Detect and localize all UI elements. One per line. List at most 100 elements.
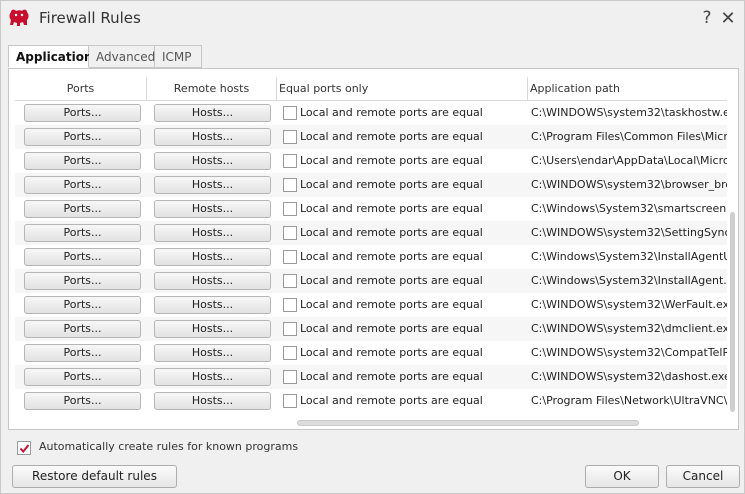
auto-create-rules-checkbox[interactable] — [17, 441, 31, 455]
application-path: C:\WINDOWS\system32\browser_broker — [531, 178, 727, 191]
hosts-button[interactable]: Hosts... — [154, 368, 271, 386]
equal-ports-checkbox[interactable] — [283, 322, 297, 336]
tab-advanced[interactable]: Advanced — [89, 45, 155, 68]
hosts-button[interactable]: Hosts... — [154, 176, 271, 194]
horizontal-scroll-thumb[interactable] — [297, 420, 639, 426]
table-header: Ports Remote hosts Equal ports only Appl… — [15, 77, 727, 101]
firewall-rules-dialog: Firewall Rules ? ✕ Applications Advanced… — [0, 0, 745, 494]
equal-ports-checkbox[interactable] — [283, 106, 297, 120]
hosts-button[interactable]: Hosts... — [154, 392, 271, 410]
equal-ports-label: Local and remote ports are equal — [300, 298, 483, 311]
ports-button[interactable]: Ports... — [24, 272, 141, 290]
table-row[interactable]: Ports... Hosts... Local and remote ports a… — [15, 365, 727, 389]
auto-create-rules-label: Automatically create rules for known pro… — [39, 440, 299, 453]
equal-ports-label: Local and remote ports are equal — [300, 178, 483, 191]
ports-button[interactable]: Ports... — [24, 392, 141, 410]
table-row[interactable]: Ports... Hosts... Local and remote ports a… — [15, 269, 727, 293]
hosts-button[interactable]: Hosts... — [154, 152, 271, 170]
application-path: C:\WINDOWS\system32\dmclient.exe — [531, 322, 727, 335]
equal-ports-checkbox[interactable] — [283, 370, 297, 384]
equal-ports-checkbox[interactable] — [283, 250, 297, 264]
equal-ports-checkbox[interactable] — [283, 202, 297, 216]
restore-default-rules-button[interactable]: Restore default rules — [12, 465, 177, 488]
table-row[interactable]: Ports... Hosts... Local and remote ports a… — [15, 197, 727, 221]
hosts-button[interactable]: Hosts... — [154, 128, 271, 146]
hosts-button[interactable]: Hosts... — [154, 200, 271, 218]
applications-panel: Ports Remote hosts Equal ports only Appl… — [8, 68, 739, 430]
equal-ports-label: Local and remote ports are equal — [300, 130, 483, 143]
ports-button[interactable]: Ports... — [24, 368, 141, 386]
equal-ports-label: Local and remote ports are equal — [300, 322, 483, 335]
header-ports[interactable]: Ports — [15, 77, 147, 101]
table-row[interactable]: Ports... Hosts... Local and remote ports a… — [15, 245, 727, 269]
hosts-button[interactable]: Hosts... — [154, 272, 271, 290]
application-path: C:\WINDOWS\system32\WerFault.exe — [531, 298, 727, 311]
ports-button[interactable]: Ports... — [24, 104, 141, 122]
application-path: C:\Windows\System32\InstallAgent.exe — [531, 274, 727, 287]
help-icon[interactable]: ? — [699, 8, 715, 28]
table-row[interactable]: Ports... Hosts... Local and remote ports a… — [15, 293, 727, 317]
equal-ports-checkbox[interactable] — [283, 130, 297, 144]
vertical-scrollbar[interactable] — [729, 77, 736, 417]
application-path: C:\Windows\System32\InstallAgentUserBrok… — [531, 250, 727, 263]
equal-ports-checkbox[interactable] — [283, 154, 297, 168]
table-row[interactable]: Ports... Hosts... Local and remote ports a… — [15, 173, 727, 197]
table-row[interactable]: Ports... Hosts... Local and remote ports a… — [15, 221, 727, 245]
table-row[interactable]: Ports... Hosts... Local and remote ports a… — [15, 341, 727, 365]
application-path: C:\WINDOWS\system32\CompatTelRunner — [531, 346, 727, 359]
application-path: C:\Users\endar\AppData\Local\Microsoft — [531, 154, 727, 167]
hosts-button[interactable]: Hosts... — [154, 320, 271, 338]
ports-button[interactable]: Ports... — [24, 248, 141, 266]
equal-ports-checkbox[interactable] — [283, 226, 297, 240]
rules-table: Ports Remote hosts Equal ports only Appl… — [15, 77, 727, 417]
equal-ports-checkbox[interactable] — [283, 394, 297, 408]
ports-button[interactable]: Ports... — [24, 224, 141, 242]
ports-button[interactable]: Ports... — [24, 320, 141, 338]
hosts-button[interactable]: Hosts... — [154, 344, 271, 362]
cancel-button[interactable]: Cancel — [666, 465, 740, 488]
table-row[interactable]: Ports... Hosts... Local and remote ports a… — [15, 101, 727, 125]
vertical-scroll-thumb[interactable] — [730, 212, 735, 412]
tab-strip: Applications Advanced ICMP — [8, 45, 202, 69]
hosts-button[interactable]: Hosts... — [154, 224, 271, 242]
application-path: C:\WINDOWS\system32\dashost.exe — [531, 370, 727, 383]
application-path: C:\Windows\System32\smartscreen.exe — [531, 202, 727, 215]
header-application-path[interactable]: Application path — [528, 77, 727, 101]
table-row[interactable]: Ports... Hosts... Local and remote ports a… — [15, 149, 727, 173]
header-remote-hosts[interactable]: Remote hosts — [147, 77, 277, 101]
application-path: C:\WINDOWS\system32\taskhostw.exe — [531, 106, 727, 119]
equal-ports-checkbox[interactable] — [283, 274, 297, 288]
tab-applications[interactable]: Applications — [8, 45, 100, 68]
equal-ports-label: Local and remote ports are equal — [300, 226, 483, 239]
table-row[interactable]: Ports... Hosts... Local and remote ports a… — [15, 389, 727, 413]
equal-ports-label: Local and remote ports are equal — [300, 346, 483, 359]
equal-ports-checkbox[interactable] — [283, 298, 297, 312]
ports-button[interactable]: Ports... — [24, 200, 141, 218]
equal-ports-label: Local and remote ports are equal — [300, 394, 483, 407]
ports-button[interactable]: Ports... — [24, 128, 141, 146]
bulldog-logo-icon — [9, 9, 29, 26]
close-icon[interactable]: ✕ — [719, 8, 737, 29]
equal-ports-label: Local and remote ports are equal — [300, 106, 483, 119]
hosts-button[interactable]: Hosts... — [154, 296, 271, 314]
header-equal-ports[interactable]: Equal ports only — [277, 77, 528, 101]
equal-ports-checkbox[interactable] — [283, 346, 297, 360]
equal-ports-label: Local and remote ports are equal — [300, 202, 483, 215]
hosts-button[interactable]: Hosts... — [154, 248, 271, 266]
window-title: Firewall Rules — [39, 9, 141, 27]
ports-button[interactable]: Ports... — [24, 176, 141, 194]
application-path: C:\Program Files\Network\UltraVNC\Win — [531, 394, 727, 407]
application-path: C:\WINDOWS\system32\SettingSyncHost — [531, 226, 727, 239]
ok-button[interactable]: OK — [585, 465, 659, 488]
ports-button[interactable]: Ports... — [24, 296, 141, 314]
equal-ports-label: Local and remote ports are equal — [300, 250, 483, 263]
tab-icmp[interactable]: ICMP — [155, 45, 202, 68]
table-row[interactable]: Ports... Hosts... Local and remote ports a… — [15, 125, 727, 149]
horizontal-scrollbar[interactable] — [15, 420, 727, 426]
ports-button[interactable]: Ports... — [24, 152, 141, 170]
table-row[interactable]: Ports... Hosts... Local and remote ports a… — [15, 317, 727, 341]
equal-ports-label: Local and remote ports are equal — [300, 154, 483, 167]
ports-button[interactable]: Ports... — [24, 344, 141, 362]
equal-ports-checkbox[interactable] — [283, 178, 297, 192]
hosts-button[interactable]: Hosts... — [154, 104, 271, 122]
